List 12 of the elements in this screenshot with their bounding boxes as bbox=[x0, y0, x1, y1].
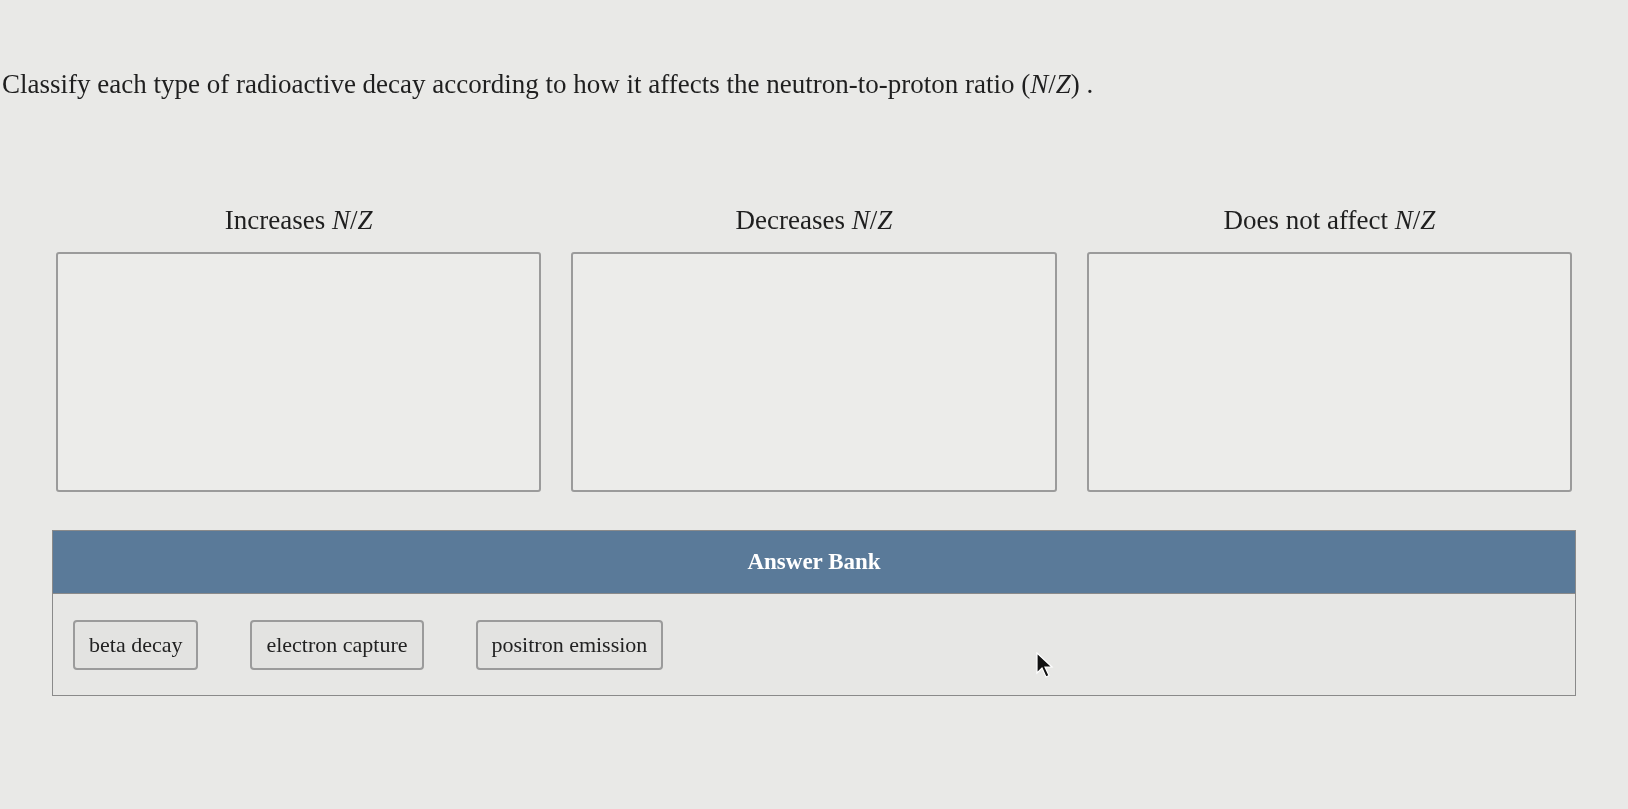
answer-chip[interactable]: electron capture bbox=[250, 619, 424, 670]
answer-chip[interactable]: beta decay bbox=[73, 619, 199, 670]
question-text: Classify each type of radioactive decay according to how it affects the neutron-to-proton ratio (N/Z) . bbox=[2, 68, 1094, 101]
drop-zone[interactable] bbox=[1086, 252, 1572, 492]
category-label: Decreases N/Z bbox=[735, 204, 893, 237]
drop-zone[interactable] bbox=[56, 252, 542, 492]
answer-chip[interactable]: positron emission bbox=[475, 619, 664, 670]
category-label: Increases N/Z bbox=[224, 204, 373, 237]
category-label: Does not affect N/Z bbox=[1223, 204, 1436, 237]
mouse-pointer-icon bbox=[1036, 652, 1054, 678]
answer-bank-title: Answer Bank bbox=[747, 547, 881, 576]
drop-zone[interactable] bbox=[571, 252, 1057, 492]
